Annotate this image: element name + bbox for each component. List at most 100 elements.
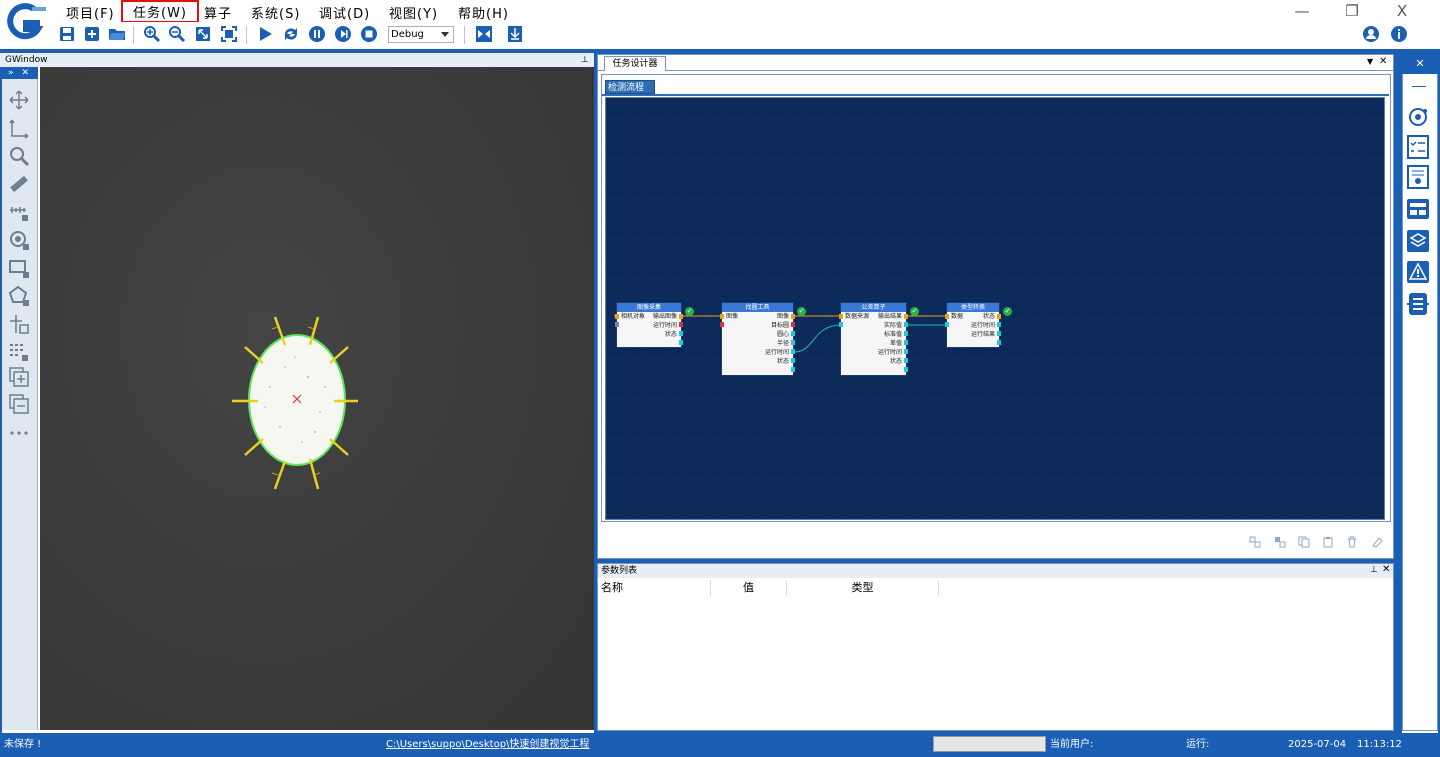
menu-project[interactable]: 项目(F) [60,2,121,23]
more-icon[interactable] [8,422,30,444]
node-port[interactable] [720,314,724,319]
grid-select-icon[interactable] [8,341,30,363]
node-port[interactable] [839,314,843,319]
new-icon[interactable] [83,25,101,43]
minimize-button[interactable]: — [1282,0,1322,22]
stop-icon[interactable] [360,25,378,43]
node-port[interactable] [615,314,619,319]
node-port[interactable] [839,322,843,327]
target-icon[interactable] [8,229,30,251]
save-icon[interactable] [58,25,76,43]
open-folder-icon[interactable] [108,25,126,43]
node-image-acquire[interactable]: 图像采集 相机对象 输出图像 运行时间 状态 [615,302,683,348]
expand-icon[interactable]: » [8,68,14,78]
warning-icon[interactable] [1406,260,1430,284]
loop-icon[interactable] [282,25,300,43]
node-port[interactable] [679,314,683,319]
fit-icon[interactable] [194,25,212,43]
node-port[interactable] [615,322,619,327]
close-icon[interactable]: ✕ [1379,56,1387,67]
node-port[interactable] [945,314,949,319]
ungroup-icon[interactable] [1274,536,1286,548]
node-port[interactable] [791,322,795,327]
node-port[interactable] [791,349,795,354]
chevron-down-icon[interactable]: ▼ [1367,57,1373,66]
clear-icon[interactable] [1371,536,1383,548]
close-icon[interactable]: ✕ [1382,564,1390,575]
node-port[interactable] [904,314,908,319]
menu-operator[interactable]: 算子 [198,2,238,23]
rect-select-icon[interactable] [8,257,30,279]
node-port[interactable] [904,340,908,345]
split-icon[interactable] [475,25,493,43]
menu-help[interactable]: 帮助(H) [452,2,515,23]
polygon-icon[interactable] [8,285,30,307]
node-port[interactable] [791,331,795,336]
angle-icon[interactable] [8,117,30,139]
node-port[interactable] [997,331,1001,336]
mode-select[interactable]: Debug [388,26,454,43]
node-port[interactable] [945,322,949,327]
user-icon[interactable] [1362,25,1380,43]
grid-plus-icon[interactable] [8,313,30,335]
tab-inspection-flow[interactable]: 检测流程 [605,80,655,94]
flow-canvas[interactable]: 图像采集 相机对象 输出图像 运行时间 状态 ✓ 找圆工具 图像 图像 目标圆 圆心… [605,97,1385,520]
zoom-out-icon[interactable] [168,25,186,43]
node-port[interactable] [679,331,683,336]
node-find-circle[interactable]: 找圆工具 图像 图像 目标圆 圆心 半径 运行时间 状态 [720,302,795,376]
node-port[interactable] [791,367,795,372]
info-icon[interactable] [1390,25,1408,43]
add-layer-icon[interactable] [8,366,30,388]
column-header-name[interactable]: 名称 [598,580,711,596]
copy-icon[interactable] [1298,536,1310,548]
delete-icon[interactable] [1346,536,1358,548]
node-port[interactable] [679,322,683,327]
close-button[interactable]: X [1382,0,1422,22]
sidebar-close-icon[interactable]: ✕ [1402,54,1438,74]
group-icon[interactable] [1249,536,1261,548]
layers-icon[interactable] [1406,229,1430,253]
node-port[interactable] [904,367,908,372]
image-canvas[interactable] [40,67,594,730]
menu-task[interactable]: 任务(W) [121,0,199,23]
ruler-icon[interactable] [8,173,30,195]
run-icon[interactable] [256,25,274,43]
remove-layer-icon[interactable] [8,393,30,415]
node-port[interactable] [791,340,795,345]
node-port[interactable] [904,349,908,354]
column-header-type[interactable]: 类型 [787,580,939,596]
node-port[interactable] [904,331,908,336]
orbit-icon[interactable] [1406,105,1430,129]
search-icon[interactable] [8,145,30,167]
node-port[interactable] [997,322,1001,327]
column-header-value[interactable]: 值 [711,580,787,596]
zoom-in-icon[interactable] [143,25,161,43]
pin-icon[interactable]: ⊥ [581,55,589,65]
restore-button[interactable]: ❐ [1332,0,1372,22]
node-tolerance[interactable]: 公差算子 数据来源 输出结果 实际值 标准值 差值 运行时间 状态 [839,302,908,376]
download-icon[interactable] [506,25,524,43]
settings-list-icon[interactable] [1406,165,1430,189]
node-port[interactable] [791,314,795,319]
menu-debug[interactable]: 调试(D) [313,2,376,23]
step-icon[interactable] [334,25,352,43]
node-port[interactable] [904,322,908,327]
node-port[interactable] [904,358,908,363]
pin-icon[interactable]: ⊥ [1370,565,1378,575]
move-icon[interactable] [8,89,30,111]
project-path-link[interactable]: C:\Users\suppo\Desktop\快速创建视觉工程 [386,733,589,757]
paste-icon[interactable] [1322,536,1334,548]
node-port[interactable] [720,322,724,327]
splitter-right[interactable] [1394,54,1402,733]
node-port[interactable] [679,340,683,345]
menu-view[interactable]: 视图(Y) [383,2,444,23]
layout-icon[interactable] [1406,197,1430,221]
measure-icon[interactable] [8,201,30,223]
node-type-convert[interactable]: 类型转换 数据 状态 运行时间 运行结果 [945,302,1001,348]
tools-close-icon[interactable]: ✕ [22,68,30,78]
checklist-icon[interactable] [1406,135,1430,159]
fullscreen-icon[interactable] [220,25,238,43]
pause-icon[interactable] [308,25,326,43]
node-port[interactable] [997,314,1001,319]
tab-task-designer[interactable]: 任务设计器 [604,56,666,71]
